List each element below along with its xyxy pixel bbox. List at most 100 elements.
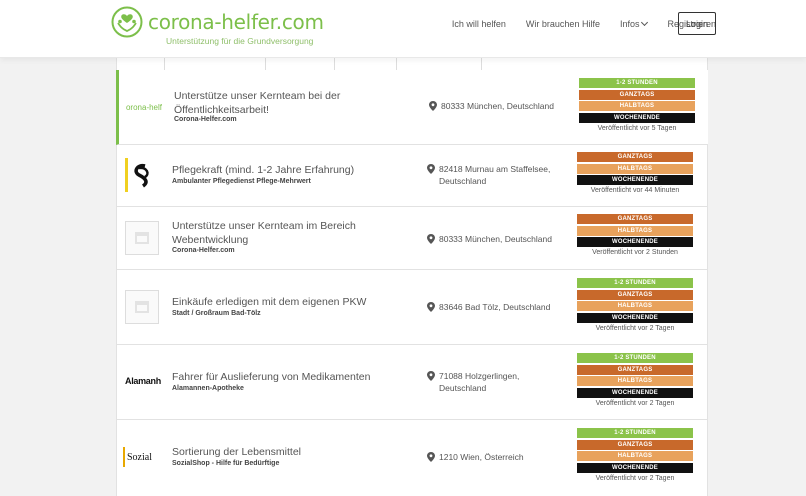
tag-ganztags: GANZTAGS	[577, 214, 693, 224]
job-company: Ambulanter Pflegedienst Pflege-Mehrwert	[172, 178, 311, 185]
posted-time: Veröffentlicht vor 2 Tagen	[595, 399, 675, 407]
job-tags: 1-2 STUNDEN GANZTAGS HALBTAGS WOCHENENDE…	[577, 428, 693, 482]
company-logo-text: orona-helf	[125, 102, 163, 112]
brand-logo[interactable]: corona-helfer.com Unterstützung für die …	[111, 6, 324, 46]
job-location: 80333 München, Deutschland	[429, 100, 569, 112]
company-logo	[125, 221, 159, 255]
job-tags: GANZTAGS HALBTAGS WOCHENENDE Veröffentli…	[577, 214, 693, 256]
placeholder-image-icon	[125, 221, 159, 255]
job-title[interactable]: Unterstütze unser Kernteam bei der Öffen…	[174, 89, 384, 117]
heart-hands-logo-icon	[111, 6, 143, 38]
company-logo-text: Alamanheke	[125, 376, 161, 386]
tab-divider	[396, 58, 397, 70]
job-location: 83646 Bad Tölz, Deutschland	[427, 301, 567, 313]
tag-wochenende: WOCHENENDE	[577, 175, 693, 185]
job-title[interactable]: Unterstütze unser Kernteam im Bereich We…	[172, 219, 382, 247]
job-row[interactable]: Einkäufe erledigen mit dem eigenen PKW S…	[117, 270, 707, 345]
tag-ganztags: GANZTAGS	[577, 439, 693, 450]
nav-ich-will-helfen[interactable]: Ich will helfen	[452, 19, 506, 29]
company-logo	[125, 158, 159, 192]
job-company: Corona-Helfer.com	[172, 247, 235, 254]
tag-1-2-stunden: 1-2 STUNDEN	[577, 278, 693, 288]
posted-time: Veröffentlicht vor 2 Tagen	[595, 474, 675, 482]
posted-time: Veröffentlicht vor 44 Minuten	[590, 187, 680, 194]
brand-name: corona-helfer.com	[148, 10, 324, 34]
map-pin-icon	[427, 164, 435, 174]
job-company: Corona-Helfer.com	[174, 116, 237, 123]
job-title[interactable]: Fahrer für Auslieferung von Medikamenten	[172, 370, 382, 384]
tag-1-2-stunden: 1-2 STUNDEN	[577, 428, 693, 438]
placeholder-image-icon	[125, 290, 159, 324]
job-location-text: 80333 München, Deutschland	[439, 234, 552, 244]
posted-time: Veröffentlicht vor 2 Stunden	[592, 249, 678, 256]
job-location: 82418 Murnau am Staffelsee, Deutschland	[427, 163, 567, 187]
chevron-down-icon	[641, 18, 649, 27]
job-row[interactable]: Alamanheke Fahrer für Auslieferung von M…	[117, 345, 707, 420]
tag-ganztags: GANZTAGS	[579, 89, 695, 100]
job-title[interactable]: Pflegekraft (mind. 1-2 Jahre Erfahrung)	[172, 163, 382, 177]
job-location-text: 1210 Wien, Österreich	[439, 452, 524, 462]
job-list: orona-helf Unterstütze unser Kernteam be…	[116, 58, 708, 496]
job-tags: 1-2 STUNDEN GANZTAGS HALBTAGS WOCHENENDE…	[577, 353, 693, 407]
job-title[interactable]: Sortierung der Lebensmittel	[172, 445, 382, 459]
tag-halbtags: HALBTAGS	[577, 163, 693, 174]
tag-ganztags: GANZTAGS	[577, 289, 693, 300]
company-logo: Alamanheke	[125, 364, 161, 398]
map-pin-icon	[427, 452, 435, 462]
logo-accent-bar	[123, 447, 125, 467]
main-nav: Ich will helfen Wir brauchen Hilfe Infos…	[432, 13, 716, 35]
posted-time: Veröffentlicht vor 5 Tagen	[597, 124, 677, 132]
job-location: 1210 Wien, Österreich	[427, 451, 567, 463]
job-location-text: 83646 Bad Tölz, Deutschland	[439, 302, 551, 312]
site-header: corona-helfer.com Unterstützung für die …	[0, 0, 806, 58]
map-pin-icon	[429, 101, 437, 111]
nav-infos-label: Infos	[619, 19, 640, 29]
map-pin-icon	[427, 234, 435, 244]
company-logo: orona-helf	[125, 90, 163, 124]
map-pin-icon	[427, 302, 435, 312]
nav-wir-brauchen-hilfe[interactable]: Wir brauchen Hilfe	[526, 19, 600, 29]
job-location: 80333 München, Deutschland	[427, 233, 567, 245]
job-company: Stadt / Großraum Bad-Tölz	[172, 310, 261, 317]
job-tags: 1-2 STUNDEN GANZTAGS HALBTAGS WOCHENENDE…	[579, 78, 695, 132]
posted-time: Veröffentlicht vor 2 Tagen	[595, 324, 675, 332]
job-company: Alamannen-Apotheke	[172, 385, 244, 392]
job-row[interactable]: Pflegekraft (mind. 1-2 Jahre Erfahrung) …	[117, 145, 707, 207]
job-company: SozialShop - Hilfe für Bedürftige	[172, 460, 280, 467]
job-tags: 1-2 STUNDEN GANZTAGS HALBTAGS WOCHENENDE…	[577, 278, 693, 332]
tag-wochenende: WOCHENENDE	[577, 312, 693, 323]
tag-wochenende: WOCHENENDE	[577, 462, 693, 473]
job-title[interactable]: Einkäufe erledigen mit dem eigenen PKW	[172, 295, 382, 309]
job-row[interactable]: Unterstütze unser Kernteam im Bereich We…	[117, 207, 707, 270]
company-logo-image	[125, 158, 149, 192]
tag-wochenende: WOCHENENDE	[577, 387, 693, 398]
job-row[interactable]: Sozial Sortierung der Lebensmittel Sozia…	[117, 420, 707, 496]
tab-divider	[265, 58, 266, 70]
tag-halbtags: HALBTAGS	[577, 451, 693, 461]
company-logo: Sozial	[123, 440, 161, 474]
brand-tagline: Unterstützung für die Grundversorgung	[166, 36, 314, 46]
job-location-text: 80333 München, Deutschland	[441, 101, 554, 111]
tag-halbtags: HALBTAGS	[579, 101, 695, 111]
company-logo	[125, 290, 159, 324]
job-tags: GANZTAGS HALBTAGS WOCHENENDE Veröffentli…	[577, 152, 693, 194]
tab-divider	[164, 58, 165, 70]
tag-halbtags: HALBTAGS	[577, 225, 693, 236]
job-location-text: 82418 Murnau am Staffelsee, Deutschland	[439, 164, 551, 186]
tag-halbtags: HALBTAGS	[577, 301, 693, 311]
tag-wochenende: WOCHENENDE	[577, 237, 693, 247]
job-row[interactable]: orona-helf Unterstütze unser Kernteam be…	[116, 70, 708, 145]
tab-divider	[334, 58, 335, 70]
login-button[interactable]: Login	[678, 12, 716, 35]
job-location-text: 71088 Holzgerlingen, Deutschland	[439, 371, 520, 393]
tag-wochenende: WOCHENENDE	[579, 112, 695, 123]
map-pin-icon	[427, 371, 435, 381]
tag-1-2-stunden: 1-2 STUNDEN	[579, 78, 695, 88]
job-location: 71088 Holzgerlingen, Deutschland	[427, 370, 567, 394]
nav-infos[interactable]: Infos	[619, 18, 649, 29]
tag-ganztags: GANZTAGS	[577, 152, 693, 162]
tag-ganztags: GANZTAGS	[577, 364, 693, 375]
tag-halbtags: HALBTAGS	[577, 376, 693, 386]
tag-1-2-stunden: 1-2 STUNDEN	[577, 353, 693, 363]
tab-divider	[481, 58, 482, 70]
